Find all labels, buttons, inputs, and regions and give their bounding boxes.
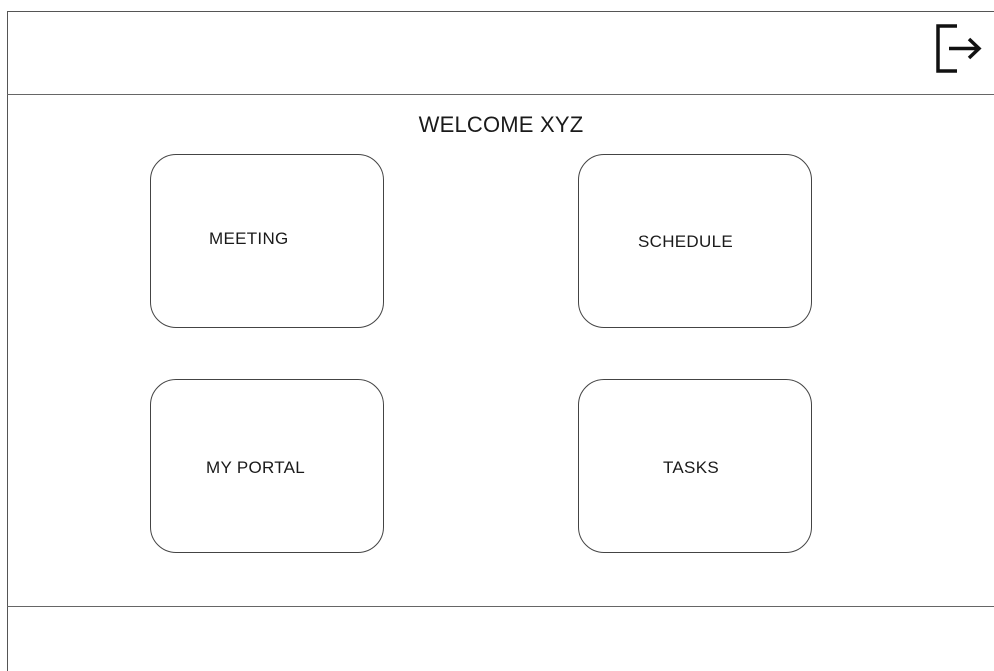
schedule-label: SCHEDULE — [638, 232, 733, 251]
footer-divider — [7, 606, 994, 607]
schedule-tile[interactable]: SCHEDULE — [578, 154, 812, 328]
my-portal-tile[interactable]: MY PORTAL — [150, 379, 384, 553]
app-frame — [7, 11, 994, 671]
my-portal-label: MY PORTAL — [206, 458, 306, 477]
header-bar — [7, 11, 994, 95]
welcome-title: WELCOME XYZ — [418, 112, 584, 137]
logout-button[interactable] — [933, 23, 985, 75]
meeting-tile[interactable]: MEETING — [150, 154, 384, 328]
tasks-tile[interactable]: TASKS — [578, 379, 812, 553]
tasks-label: TASKS — [663, 458, 719, 477]
logout-icon — [933, 23, 985, 75]
meeting-label: MEETING — [209, 229, 289, 248]
